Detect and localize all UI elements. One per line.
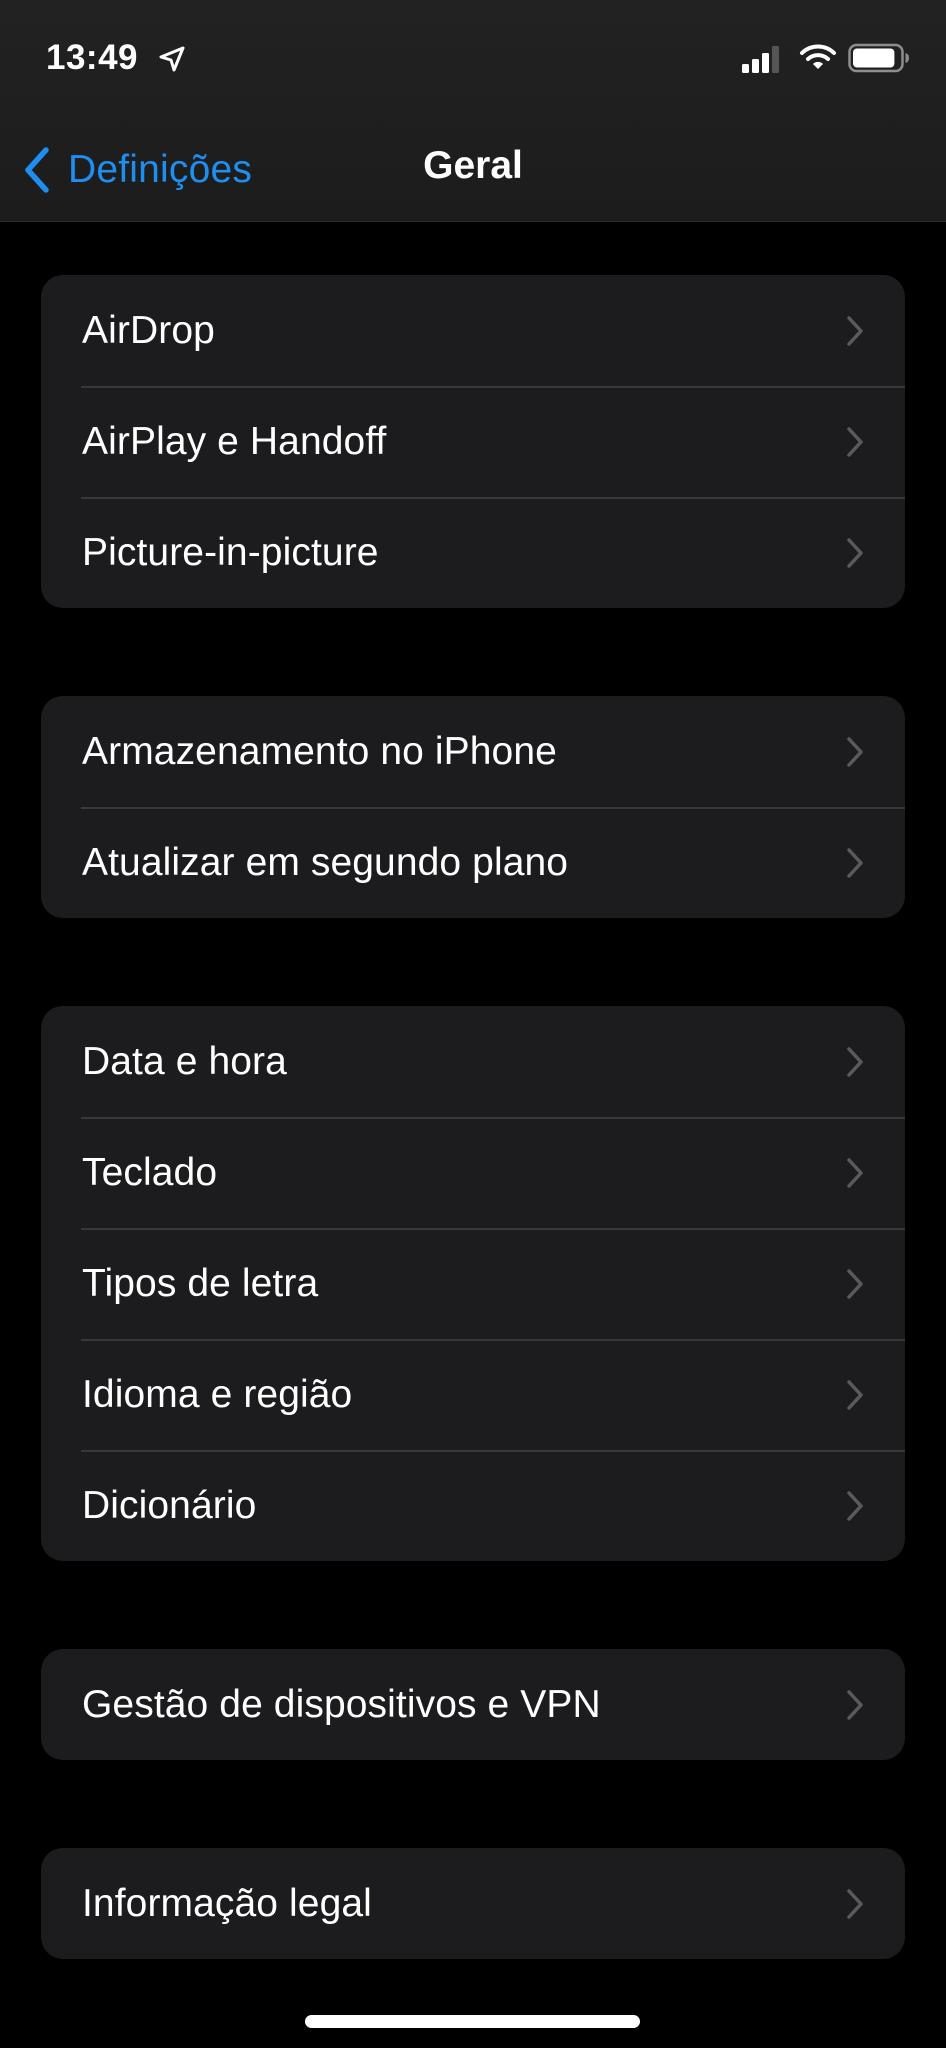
list-item-dictionary[interactable]: Dicionário xyxy=(41,1450,905,1561)
chevron-right-icon xyxy=(847,1379,863,1410)
chevron-right-icon xyxy=(847,1157,863,1188)
signal-bar xyxy=(762,53,769,73)
list-item-label: Tipos de letra xyxy=(82,1261,319,1305)
chevron-right-icon xyxy=(847,1268,863,1299)
list-item-label: Informação legal xyxy=(82,1881,372,1925)
signal-bar xyxy=(742,64,749,73)
list-item-iphone-storage[interactable]: Armazenamento no iPhone xyxy=(41,696,905,807)
list-item-date-time[interactable]: Data e hora xyxy=(41,1006,905,1117)
navigation-bar: Definições Geral xyxy=(0,130,946,210)
list-item-label: Idioma e região xyxy=(82,1372,353,1416)
settings-group-sharing: AirDrop AirPlay e Handoff Picture-in-pic… xyxy=(41,275,905,608)
list-item-fonts[interactable]: Tipos de letra xyxy=(41,1228,905,1339)
list-item-label: Dicionário xyxy=(82,1483,257,1527)
list-item-language-region[interactable]: Idioma e região xyxy=(41,1339,905,1450)
signal-bar xyxy=(752,59,759,73)
list-item-label: AirPlay e Handoff xyxy=(82,419,387,463)
list-item-airplay-handoff[interactable]: AirPlay e Handoff xyxy=(41,386,905,497)
home-indicator[interactable] xyxy=(305,2015,640,2028)
list-item-picture-in-picture[interactable]: Picture-in-picture xyxy=(41,497,905,608)
status-time: 13:49 xyxy=(46,38,139,77)
chevron-right-icon xyxy=(847,1689,863,1720)
list-item-label: AirDrop xyxy=(82,308,215,352)
list-item-label: Atualizar em segundo plano xyxy=(82,840,569,884)
list-item-legal-information[interactable]: Informação legal xyxy=(41,1848,905,1959)
settings-group-device-management: Gestão de dispositivos e VPN xyxy=(41,1649,905,1760)
list-item-label: Armazenamento no iPhone xyxy=(82,729,557,773)
settings-group-storage: Armazenamento no iPhone Atualizar em seg… xyxy=(41,696,905,918)
chevron-right-icon xyxy=(847,1490,863,1521)
signal-bar xyxy=(772,46,779,73)
settings-group-legal: Informação legal xyxy=(41,1848,905,1959)
location-arrow-icon xyxy=(159,46,185,72)
chevron-right-icon xyxy=(847,426,863,457)
list-item-label: Data e hora xyxy=(82,1039,287,1083)
list-item-airdrop[interactable]: AirDrop xyxy=(41,275,905,386)
list-item-label: Picture-in-picture xyxy=(82,530,379,574)
chevron-right-icon xyxy=(847,1888,863,1919)
header: 13:49 Definições Geral xyxy=(0,0,946,222)
list-item-keyboard[interactable]: Teclado xyxy=(41,1117,905,1228)
chevron-right-icon xyxy=(847,315,863,346)
list-item-device-management-vpn[interactable]: Gestão de dispositivos e VPN xyxy=(41,1649,905,1760)
settings-group-locale: Data e hora Teclado Tipos de letra Idiom… xyxy=(41,1006,905,1561)
chevron-right-icon xyxy=(847,1046,863,1077)
battery-icon xyxy=(848,43,909,73)
chevron-right-icon xyxy=(847,736,863,767)
chevron-right-icon xyxy=(847,537,863,568)
list-item-label: Teclado xyxy=(82,1150,218,1194)
wifi-icon xyxy=(800,44,836,69)
list-item-label: Gestão de dispositivos e VPN xyxy=(82,1682,601,1726)
status-bar: 13:49 xyxy=(0,0,946,120)
chevron-right-icon xyxy=(847,847,863,878)
page-title: Geral xyxy=(423,144,523,187)
cellular-signal-icon xyxy=(742,46,779,73)
list-item-background-refresh[interactable]: Atualizar em segundo plano xyxy=(41,807,905,918)
